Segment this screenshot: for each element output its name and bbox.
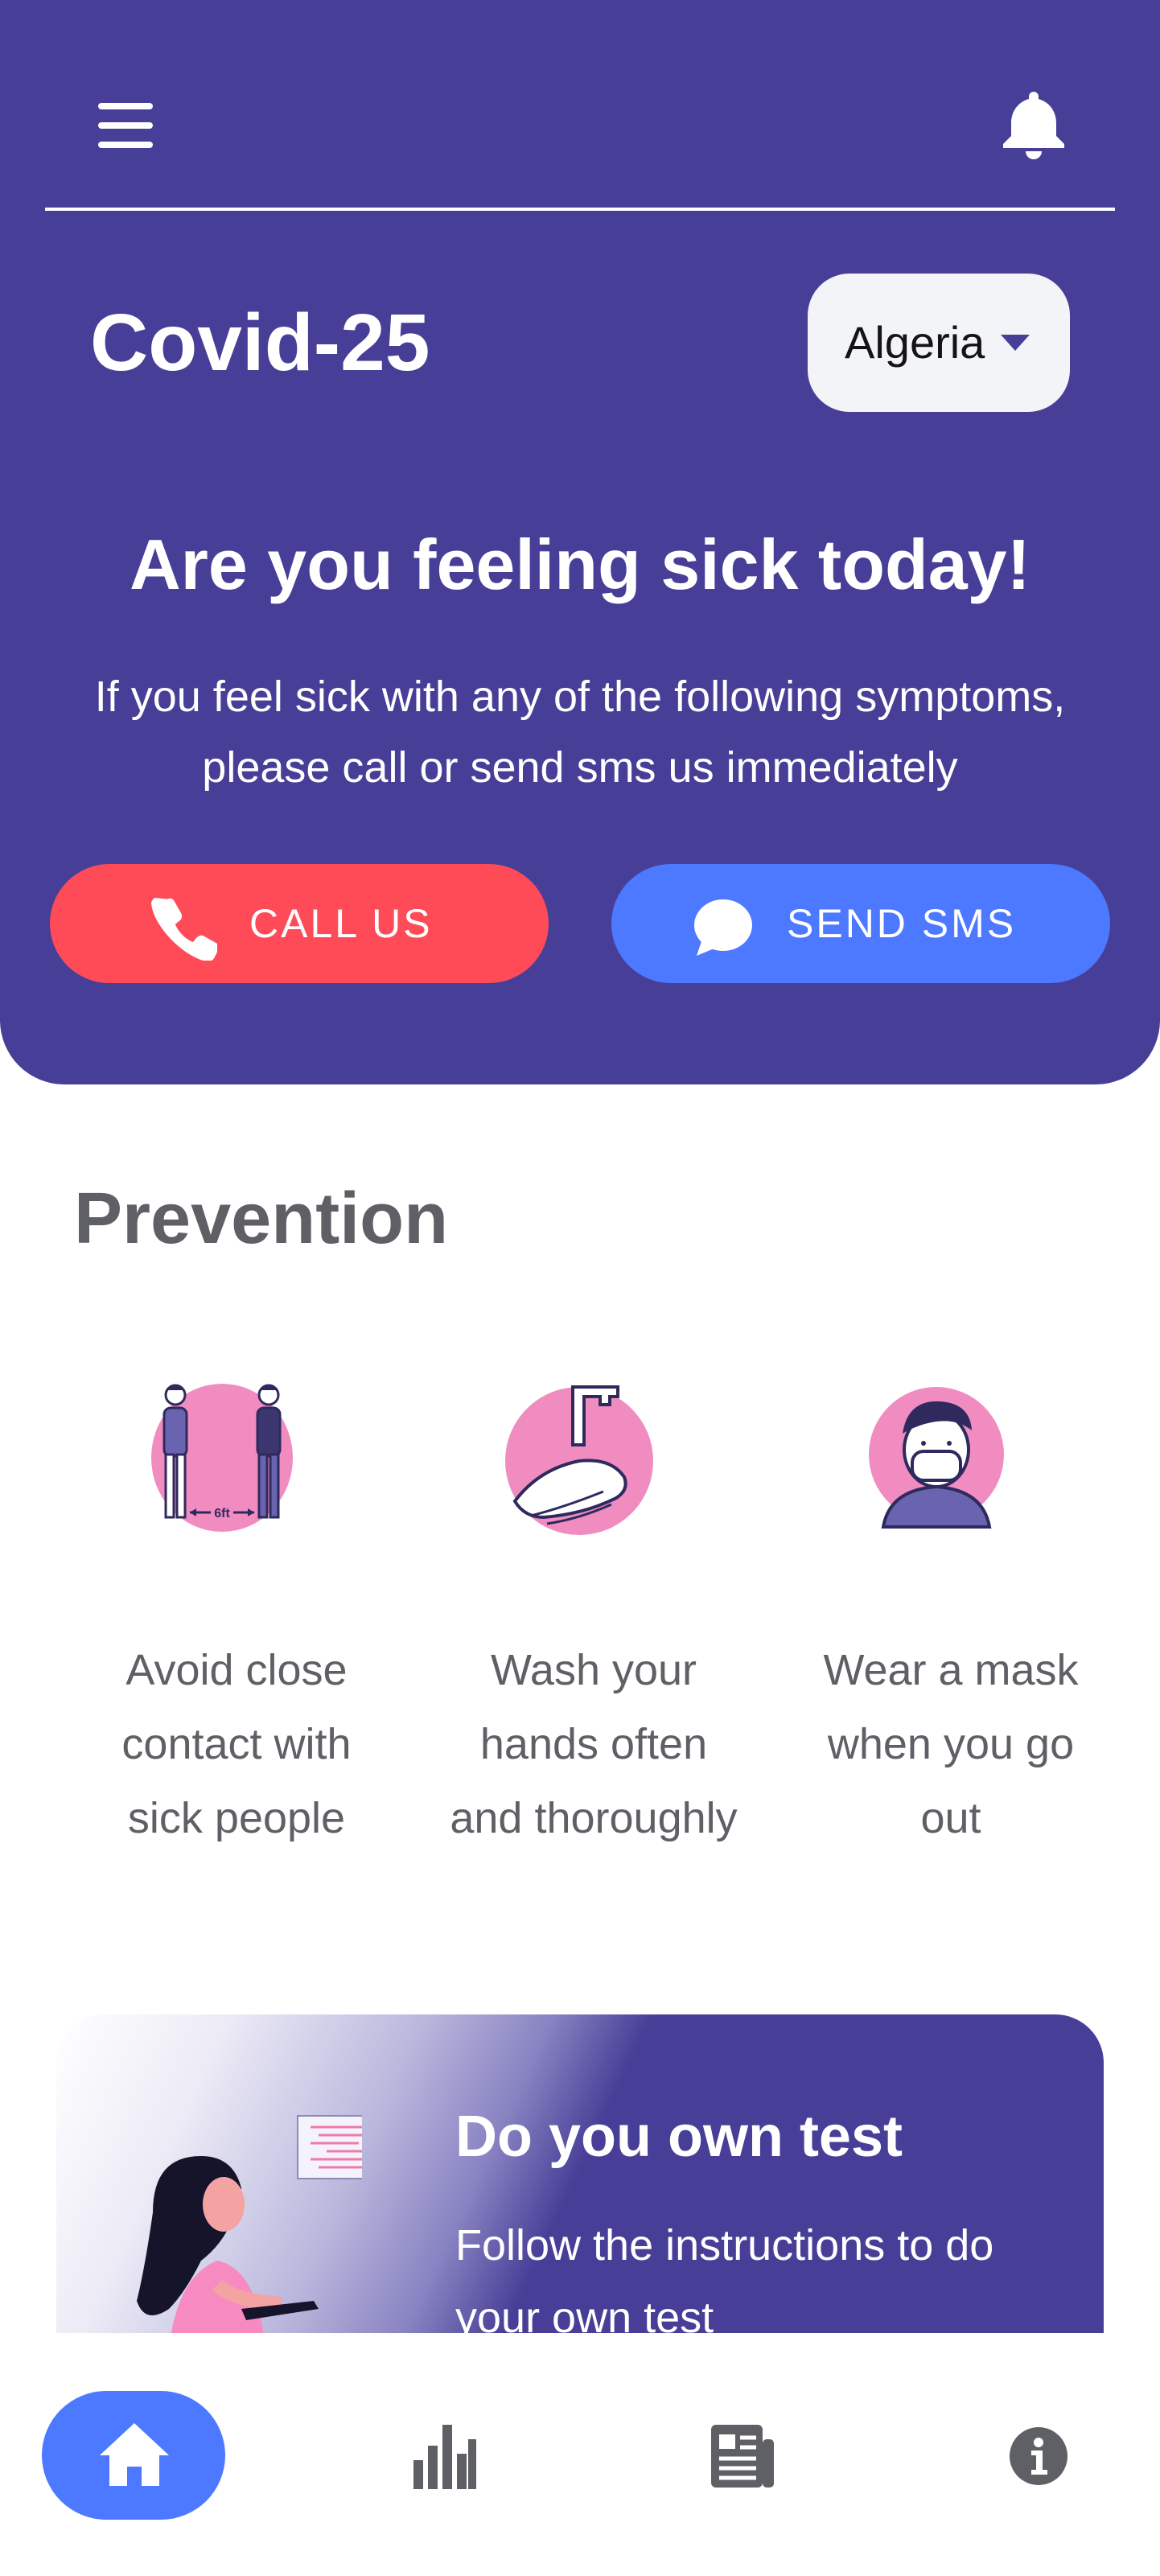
prevention-item-1-line-1: Avoid close	[125, 1646, 348, 1694]
home-icon	[100, 2423, 169, 2486]
page-headline: Are you feeling sick today!	[130, 525, 1030, 604]
phone-icon	[151, 895, 220, 962]
call-us-label: CALL US	[249, 901, 433, 946]
nav-home-button[interactable]	[42, 2391, 225, 2520]
nav-stats-button[interactable]	[412, 2423, 476, 2489]
news-icon	[711, 2425, 774, 2488]
distance-caption: 6ft	[214, 1507, 230, 1520]
own-test-description: Follow the instructions to do your own t…	[455, 2209, 1067, 2354]
page-subtext: If you feel sick with any of the followi…	[32, 661, 1128, 803]
prevention-item-3-text: Wear a mask when you go out	[782, 1633, 1120, 1855]
own-test-description-line-1: Follow the instructions to do	[455, 2221, 994, 2269]
prevention-item-3-line-1: Wear a mask	[823, 1646, 1079, 1694]
country-select[interactable]: Algeria	[808, 274, 1070, 412]
chat-bubble-icon	[689, 895, 755, 961]
prevention-item-3-line-3: out	[920, 1794, 981, 1842]
prevention-item-2-line-2: hands often	[479, 1720, 708, 1768]
prevention-item-2-text: Wash your hands often and thoroughly	[425, 1633, 763, 1855]
send-sms-button[interactable]: SEND SMS	[611, 864, 1110, 983]
face-mask-illustration	[867, 1385, 1006, 1529]
prevention-item-1-line-3: sick people	[127, 1794, 346, 1842]
subtext-line-1: If you feel sick with any of the followi…	[94, 673, 1066, 721]
prevention-item-2-line-3: and thoroughly	[450, 1794, 738, 1842]
prevention-item-2-line-1: Wash your	[490, 1646, 697, 1694]
bell-icon[interactable]	[999, 88, 1068, 161]
caret-down-icon	[1001, 335, 1030, 351]
prevention-item-1-text: Avoid close contact with sick people	[68, 1633, 405, 1855]
nav-info-button[interactable]	[1009, 2426, 1068, 2486]
call-us-button[interactable]: CALL US	[50, 864, 549, 983]
nav-news-button[interactable]	[710, 2423, 775, 2489]
app-title: Covid-25	[90, 298, 430, 388]
subtext-line-2: please call or send sms us immediately	[202, 743, 958, 792]
country-select-value: Algeria	[845, 317, 985, 368]
info-icon	[1010, 2427, 1067, 2485]
menu-icon[interactable]	[97, 103, 154, 148]
social-distance-illustration: 6ft	[142, 1377, 311, 1548]
bar-chart-icon	[413, 2425, 476, 2489]
prevention-item-1-line-2: contact with	[121, 1720, 352, 1768]
own-test-title: Do you own test	[455, 2105, 903, 2169]
send-sms-label: SEND SMS	[787, 901, 1017, 946]
hand-wash-illustration	[499, 1381, 656, 1541]
header-divider	[45, 208, 1115, 211]
prevention-item-3-line-2: when you go	[827, 1720, 1075, 1768]
prevention-title: Prevention	[74, 1179, 449, 1259]
